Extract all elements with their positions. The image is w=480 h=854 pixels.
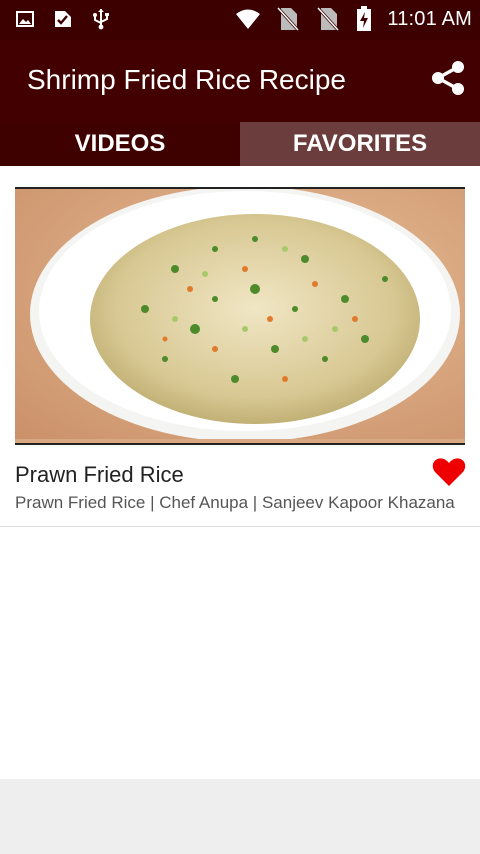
bottom-area [0, 779, 480, 854]
share-icon [429, 59, 467, 102]
share-button[interactable] [428, 60, 468, 100]
tab-videos[interactable]: VIDEOS [0, 122, 240, 166]
usb-icon [90, 8, 112, 30]
list-divider [0, 526, 480, 527]
video-subtitle: Prawn Fried Rice | Chef Anupa | Sanjeev … [15, 493, 455, 512]
favorite-button[interactable] [430, 456, 468, 492]
no-sim-icon [315, 6, 341, 32]
video-thumbnail[interactable] [15, 187, 465, 445]
wifi-icon [235, 6, 261, 32]
status-bar: 11:01 AM [0, 0, 480, 40]
app-title: Shrimp Fried Rice Recipe [27, 64, 346, 95]
video-title: Prawn Fried Rice [15, 462, 184, 487]
battery-charging-icon [355, 6, 373, 32]
status-right-icons: 11:01 AM [235, 6, 472, 32]
tab-favorites[interactable]: FAVORITES [240, 122, 480, 166]
video-card[interactable]: Prawn Fried Rice Prawn Fried Rice | Chef… [0, 166, 480, 526]
no-sim-icon [275, 6, 301, 32]
app-bar: Shrimp Fried Rice Recipe [0, 40, 480, 122]
tab-bar: VIDEOS FAVORITES [0, 122, 480, 166]
image-icon [14, 8, 36, 30]
status-clock: 11:01 AM [387, 7, 472, 30]
heart-icon [432, 457, 466, 492]
status-left-icons [14, 8, 112, 30]
download-check-icon [52, 8, 74, 30]
